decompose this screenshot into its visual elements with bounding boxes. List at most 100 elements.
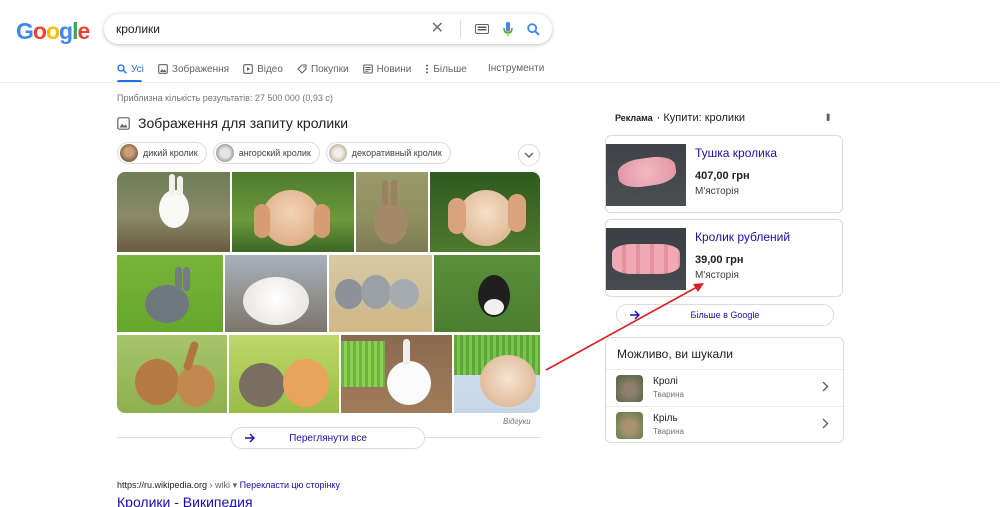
- logo-letter: g: [59, 18, 73, 44]
- tab-label: Новини: [376, 63, 412, 75]
- clear-icon[interactable]: ✕: [431, 21, 444, 37]
- image-thumbnail[interactable]: [356, 172, 428, 252]
- ads-header: Реклама · Купити: кролики: [615, 112, 745, 124]
- tab-all[interactable]: Усі: [117, 62, 144, 76]
- entity-thumbnail: [616, 412, 643, 439]
- result-site: https://ru.wikipedia.org: [117, 480, 208, 490]
- also-searched-panel: Можливо, ви шукали Кролі Тварина Кріль Т…: [605, 337, 844, 443]
- tab-video[interactable]: Відео: [243, 62, 283, 76]
- arrow-right-icon: [245, 433, 255, 443]
- ad-label: Реклама: [615, 113, 653, 123]
- tools-button[interactable]: Інструменти: [488, 63, 544, 74]
- image-icon: [158, 64, 168, 74]
- chip-thumbnail: [215, 144, 234, 162]
- image-grid: [117, 172, 540, 413]
- tab-label: Покупки: [310, 63, 349, 75]
- keyboard-icon[interactable]: [475, 24, 489, 34]
- search-icon: [117, 64, 127, 74]
- more-options-icon[interactable]: •••: [821, 113, 835, 120]
- entity-thumbnail: [616, 375, 643, 402]
- tab-images[interactable]: Зображення: [158, 62, 229, 76]
- entity-type: Тварина: [653, 427, 684, 436]
- entity-name: Кріль: [653, 413, 678, 424]
- also-searched-title: Можливо, ви шукали: [617, 347, 733, 361]
- more-dots-icon: [426, 64, 429, 74]
- logo-letter: o: [45, 18, 60, 44]
- view-all-button[interactable]: Переглянути все: [231, 427, 425, 449]
- chip-thumbnail: [328, 144, 347, 162]
- product-image: [606, 228, 686, 290]
- expand-chips-button[interactable]: [518, 144, 540, 166]
- logo-letter: o: [32, 18, 47, 44]
- google-logo[interactable]: Google: [16, 18, 90, 45]
- video-icon: [243, 64, 253, 74]
- ad-shop: М'ясторія: [695, 186, 739, 197]
- divider: [460, 20, 461, 38]
- search-icon[interactable]: [527, 22, 540, 36]
- image-thumbnail[interactable]: [329, 255, 432, 332]
- search-tabs: Усі Зображення Відео Покупки Новини Біль…: [117, 62, 481, 76]
- chip-label: декоративный кролик: [351, 148, 442, 158]
- image-thumbnail[interactable]: [454, 335, 540, 413]
- tab-label: Відео: [257, 63, 283, 75]
- chevron-right-icon: [822, 381, 829, 392]
- image-thumbnail[interactable]: [341, 335, 452, 413]
- image-thumbnail[interactable]: [225, 255, 327, 332]
- translate-link[interactable]: Перекласти цю сторінку: [240, 480, 340, 490]
- image-icon: [117, 116, 130, 130]
- image-thumbnail[interactable]: [229, 335, 339, 413]
- chip-angora-rabbit[interactable]: ангорский кролик: [212, 142, 320, 164]
- more-in-google-button[interactable]: Більше в Google: [616, 304, 834, 326]
- images-title-text: Зображення для запиту кролики: [138, 115, 349, 131]
- view-all-label: Переглянути все: [289, 432, 367, 444]
- image-thumbnail[interactable]: [117, 255, 223, 332]
- ads-title: · Купити: кролики: [656, 112, 746, 124]
- ad-title: Кролик рублений: [695, 230, 791, 244]
- search-input[interactable]: [116, 22, 431, 36]
- result-path: › wiki: [207, 480, 231, 490]
- entity-type: Тварина: [653, 390, 684, 399]
- tag-icon: [297, 64, 307, 74]
- header-divider: [0, 82, 1000, 83]
- reviews-link[interactable]: Відгуки: [503, 417, 531, 426]
- ad-card[interactable]: Кролик рублений 39,00 грн М'ясторія: [605, 219, 843, 297]
- tab-label: Зображення: [171, 63, 230, 75]
- images-section-title[interactable]: Зображення для запиту кролики: [117, 115, 348, 131]
- ad-shop: М'ясторія: [695, 270, 739, 281]
- arrow-right-icon: [630, 310, 640, 320]
- search-box: ✕: [104, 14, 552, 44]
- image-thumbnail[interactable]: [232, 172, 354, 252]
- image-thumbnail[interactable]: [117, 335, 227, 413]
- ad-card[interactable]: Тушка кролика 407,00 грн М'ясторія: [605, 135, 843, 213]
- chevron-right-icon: [822, 418, 829, 429]
- image-thumbnail[interactable]: [430, 172, 540, 252]
- chip-label: ангорский кролик: [238, 148, 311, 158]
- image-thumbnail[interactable]: [117, 172, 230, 252]
- image-chips: дикий кролик ангорский кролик декоративн…: [117, 142, 451, 164]
- tab-label: Більше: [433, 63, 467, 75]
- product-image: [606, 144, 686, 206]
- result-title-link[interactable]: Кролики - Википедия: [117, 494, 253, 507]
- chip-decorative-rabbit[interactable]: декоративный кролик: [325, 142, 451, 164]
- image-thumbnail[interactable]: [434, 255, 540, 332]
- tab-more[interactable]: Більше: [425, 62, 467, 76]
- tab-shopping[interactable]: Покупки: [297, 62, 349, 76]
- list-item[interactable]: Кріль Тварина: [606, 406, 843, 443]
- chip-wild-rabbit[interactable]: дикий кролик: [117, 142, 207, 164]
- logo-letter: e: [77, 18, 90, 44]
- ad-title: Тушка кролика: [695, 146, 778, 160]
- more-in-google-label: Більше в Google: [690, 310, 760, 320]
- result-citation: https://ru.wikipedia.org › wiki ▾ Перекл…: [117, 480, 340, 491]
- ad-price: 39,00 грн: [695, 254, 744, 266]
- microphone-icon[interactable]: [503, 21, 513, 37]
- caret-down-icon[interactable]: ▾: [233, 480, 240, 490]
- news-icon: [362, 64, 373, 74]
- entity-name: Кролі: [653, 376, 678, 387]
- tab-news[interactable]: Новини: [362, 62, 412, 76]
- chip-thumbnail: [120, 144, 138, 162]
- logo-letter: G: [16, 18, 34, 44]
- tab-label: Усі: [131, 63, 144, 75]
- ad-price: 407,00 грн: [695, 170, 750, 182]
- list-item[interactable]: Кролі Тварина: [606, 369, 843, 406]
- chip-label: дикий кролик: [143, 148, 198, 158]
